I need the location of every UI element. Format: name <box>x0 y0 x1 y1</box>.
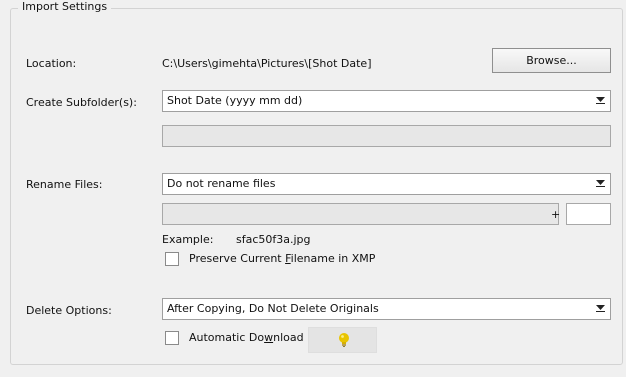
create-subfolder-label: Create Subfolder(s): <box>26 96 137 109</box>
automatic-download-label: Automatic Download <box>189 331 304 344</box>
tips-button[interactable] <box>308 327 377 353</box>
rename-files-label: Rename Files: <box>26 178 103 191</box>
delete-selected-value: After Copying, Do Not Delete Originals <box>167 302 379 315</box>
location-label: Location: <box>26 57 77 70</box>
rename-selected-value: Do not rename files <box>167 177 276 190</box>
subfolder-selected-value: Shot Date (yyyy mm dd) <box>167 94 303 107</box>
plus-label: + <box>551 208 561 221</box>
automatic-download-checkbox[interactable] <box>165 331 179 345</box>
subfolder-dropdown[interactable]: Shot Date (yyyy mm dd) <box>162 90 611 112</box>
example-value: sfac50f3a.jpg <box>236 233 311 246</box>
preserve-filename-label: Preserve Current Filename in XMP <box>189 252 376 265</box>
import-settings-title: Import Settings <box>18 0 112 13</box>
preserve-filename-checkbox[interactable] <box>165 252 179 266</box>
chevron-down-icon[interactable] <box>592 175 609 193</box>
lightbulb-icon <box>339 333 349 347</box>
browse-button[interactable]: Browse... <box>492 48 611 73</box>
location-path: C:\Users\gimehta\Pictures\[Shot Date] <box>162 57 372 70</box>
example-label: Example: <box>162 233 214 246</box>
delete-options-label: Delete Options: <box>26 304 112 317</box>
chevron-down-icon[interactable] <box>592 92 609 110</box>
subfolder-custom-field[interactable] <box>162 125 611 147</box>
delete-options-dropdown[interactable]: After Copying, Do Not Delete Originals <box>162 298 611 320</box>
rename-number-field[interactable] <box>566 203 611 225</box>
browse-button-label: Browse... <box>526 54 577 67</box>
chevron-down-icon[interactable] <box>592 300 609 318</box>
rename-text-field[interactable] <box>162 203 559 225</box>
rename-files-dropdown[interactable]: Do not rename files <box>162 173 611 195</box>
